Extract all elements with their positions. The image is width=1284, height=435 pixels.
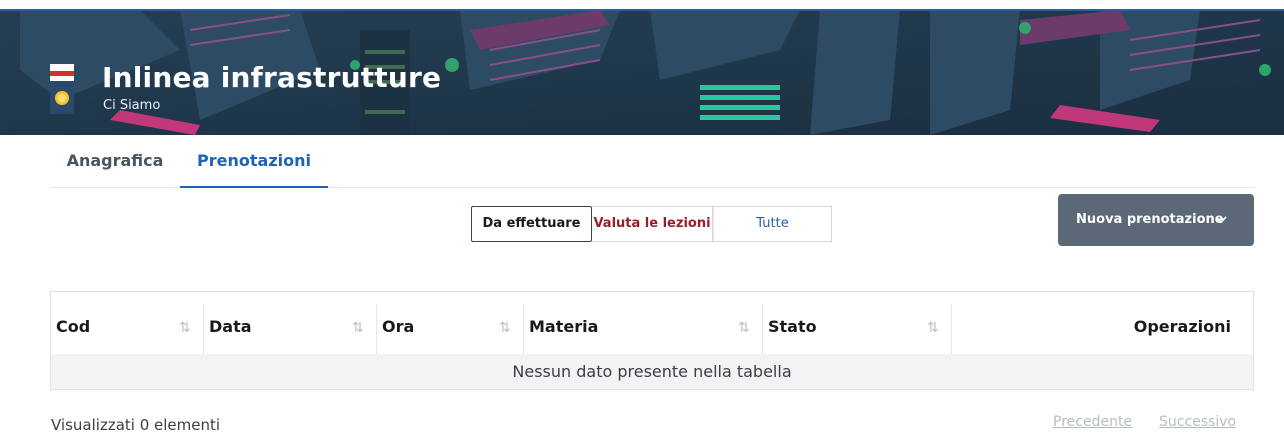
filter-valuta-lezioni[interactable]: Valuta le lezioni xyxy=(592,206,713,242)
bookings-table: Cod ⇅ Data ⇅ Ora ⇅ Materia ⇅ Stato ⇅ Ope… xyxy=(50,291,1254,390)
tab-bar: Anagrafica Prenotazioni xyxy=(50,136,1255,188)
tab-anagrafica[interactable]: Anagrafica xyxy=(50,136,180,188)
app-title: Inlinea infrastrutture xyxy=(102,61,442,94)
new-booking-label: Nuova prenotazione xyxy=(1076,212,1224,227)
app-subtitle: Ci Siamo xyxy=(103,98,161,113)
filter-da-effettuare[interactable]: Da effettuare xyxy=(471,206,592,242)
new-booking-button[interactable]: Nuova prenotazione xyxy=(1058,194,1254,246)
previous-page-link[interactable]: Precedente xyxy=(1053,414,1132,430)
column-header-stato[interactable]: Stato ⇅ xyxy=(763,292,951,354)
filter-tutte[interactable]: Tutte xyxy=(713,206,832,242)
empty-table-message: Nessun dato presente nella tabella xyxy=(51,354,1253,389)
header-banner: Inlinea infrastrutture Ci Siamo xyxy=(0,10,1284,135)
table-info: Visualizzati 0 elementi xyxy=(51,416,221,434)
column-header-ora[interactable]: Ora ⇅ xyxy=(377,292,523,354)
column-header-operazioni: Operazioni xyxy=(1133,317,1231,336)
column-header-materia[interactable]: Materia ⇅ xyxy=(524,292,762,354)
table-header: Cod ⇅ Data ⇅ Ora ⇅ Materia ⇅ Stato ⇅ Ope… xyxy=(51,292,1253,354)
banner-top-border xyxy=(0,9,1284,11)
chevron-down-icon xyxy=(1215,216,1227,224)
next-page-link[interactable]: Successivo xyxy=(1159,414,1236,430)
column-header-cod[interactable]: Cod ⇅ xyxy=(51,292,203,354)
tab-prenotazioni[interactable]: Prenotazioni xyxy=(180,136,328,188)
coat-of-arms-icon xyxy=(50,60,74,114)
column-header-data[interactable]: Data ⇅ xyxy=(204,292,376,354)
